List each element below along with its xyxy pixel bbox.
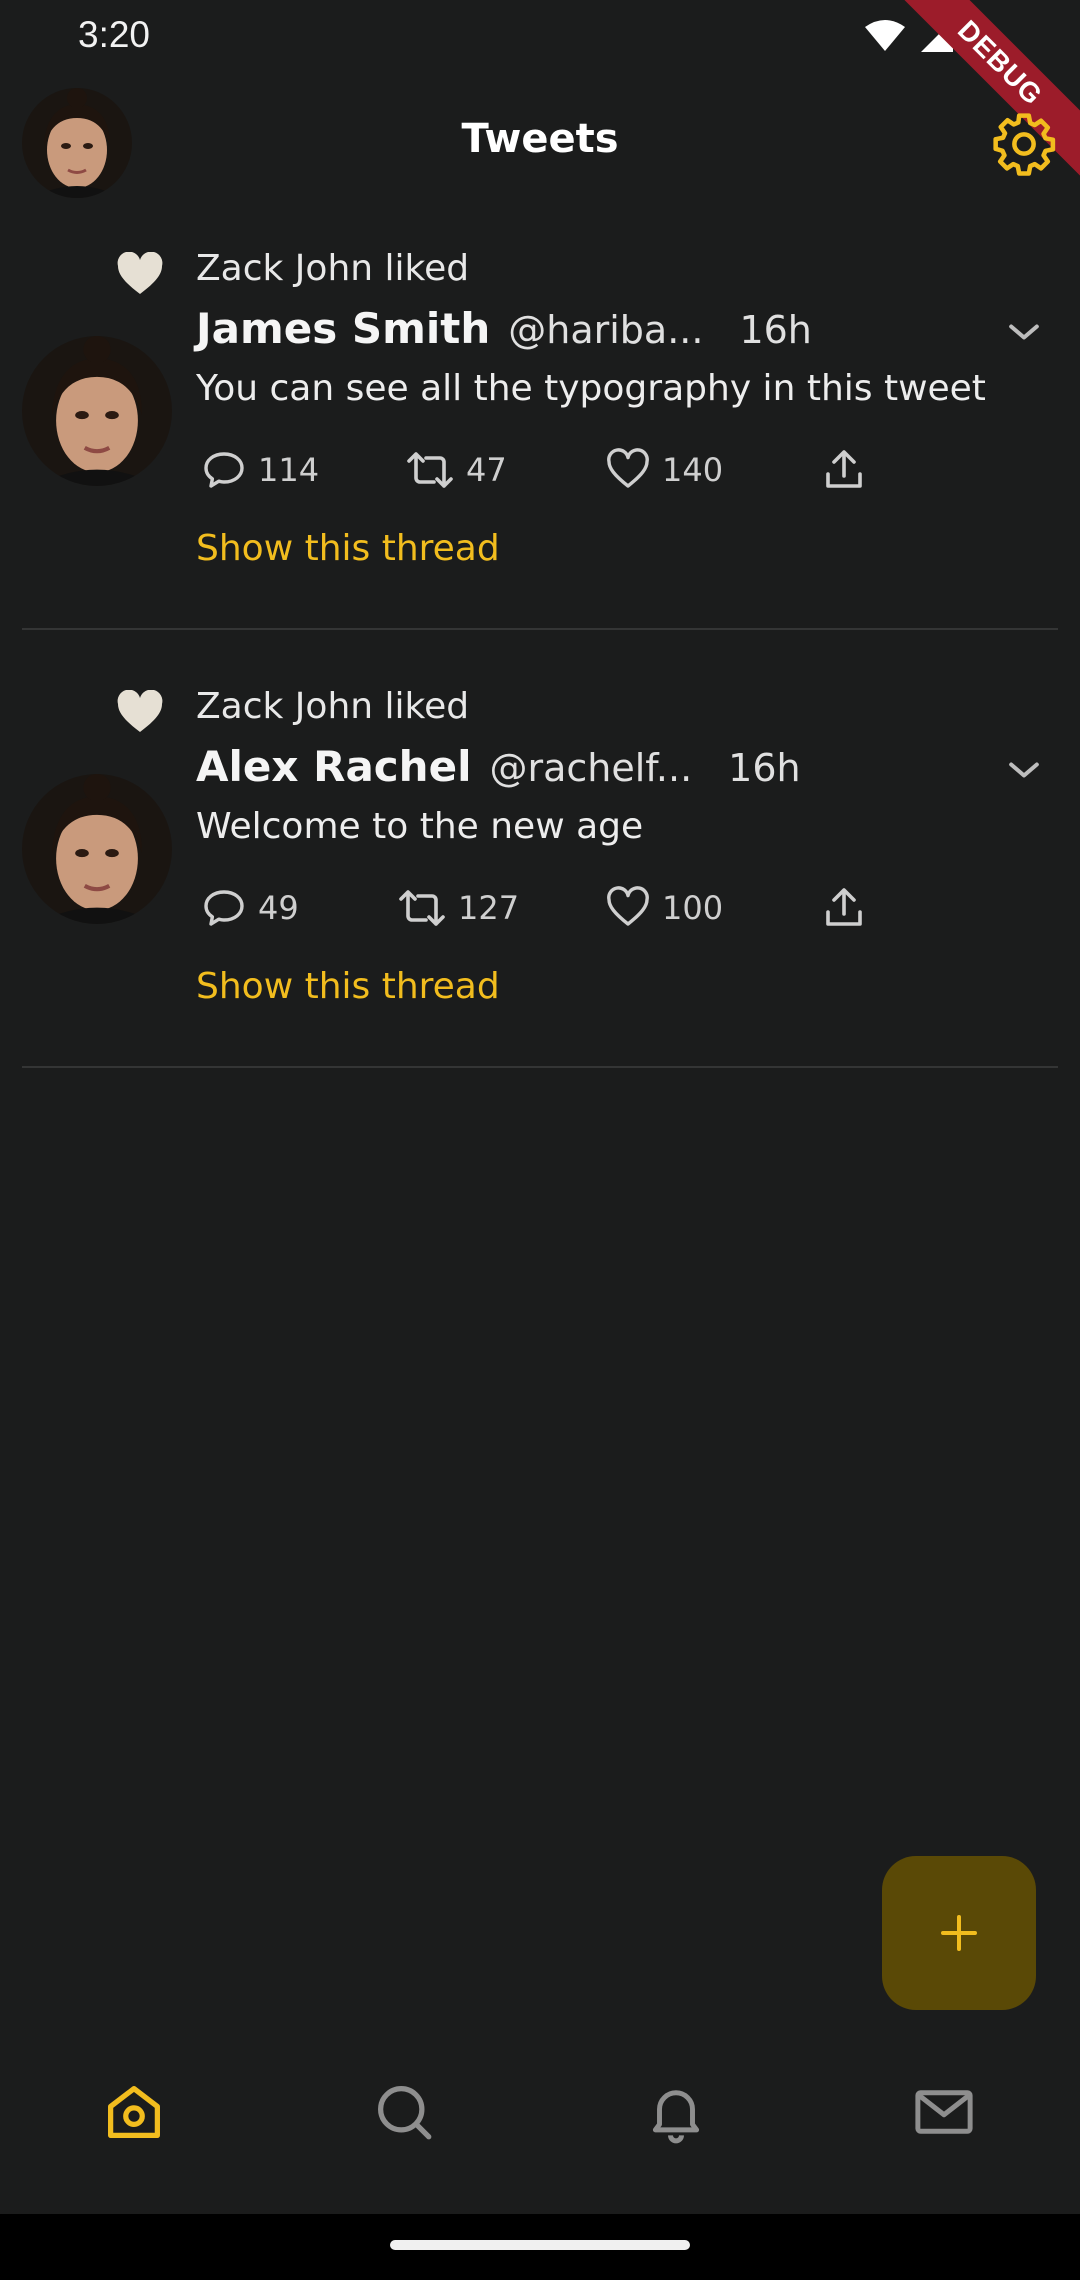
retweet-icon bbox=[407, 452, 453, 488]
chevron-down-icon[interactable] bbox=[1002, 748, 1046, 792]
like-button[interactable]: 100 bbox=[604, 884, 723, 932]
wifi-icon bbox=[865, 20, 905, 51]
heart-outline-icon bbox=[607, 886, 649, 926]
share-button[interactable] bbox=[820, 884, 868, 932]
heart-filled-icon bbox=[117, 252, 163, 294]
tweet-actions: 49 127 100 bbox=[200, 884, 900, 944]
search-icon bbox=[378, 2086, 432, 2140]
tweet-card[interactable]: Zack John liked Alex Rachel @rachelf... … bbox=[0, 656, 1080, 1068]
divider bbox=[22, 1066, 1058, 1068]
tweet-header: James Smith @hariba... 16h bbox=[196, 304, 812, 353]
author-name[interactable]: James Smith bbox=[196, 304, 490, 353]
compose-tweet-button[interactable] bbox=[882, 1856, 1036, 2010]
tweet-card[interactable]: Zack John liked James Smith @hariba... 1… bbox=[0, 218, 1080, 630]
liked-by-label: Zack John liked bbox=[196, 686, 470, 727]
status-time: 3:20 bbox=[78, 14, 151, 55]
show-thread-link[interactable]: Show this thread bbox=[196, 528, 500, 569]
comment-icon bbox=[204, 890, 244, 926]
avatar[interactable] bbox=[22, 774, 172, 924]
app-bar: Tweets bbox=[0, 72, 1080, 218]
author-handle: @hariba... bbox=[508, 308, 704, 352]
mail-icon bbox=[915, 2090, 973, 2134]
settings-button[interactable] bbox=[990, 110, 1058, 178]
gear-icon bbox=[993, 113, 1056, 176]
reply-count: 114 bbox=[258, 451, 320, 489]
share-button[interactable] bbox=[820, 446, 868, 494]
home-gesture-handle[interactable] bbox=[390, 2240, 690, 2250]
avatar[interactable] bbox=[22, 336, 172, 486]
reply-count: 49 bbox=[258, 889, 299, 927]
nav-messages[interactable] bbox=[904, 2072, 984, 2152]
retweet-button[interactable]: 47 bbox=[404, 446, 507, 494]
tweet-text: You can see all the typography in this t… bbox=[196, 368, 986, 409]
home-icon bbox=[108, 2086, 160, 2138]
author-name[interactable]: Alex Rachel bbox=[196, 742, 471, 791]
tweet-header: Alex Rachel @rachelf... 16h bbox=[196, 742, 801, 791]
nav-notifications[interactable] bbox=[636, 2072, 716, 2152]
show-thread-link[interactable]: Show this thread bbox=[196, 966, 500, 1007]
page-title: Tweets bbox=[461, 116, 619, 162]
retweet-button[interactable]: 127 bbox=[396, 884, 519, 932]
retweet-icon bbox=[399, 890, 445, 926]
tweet-text: Welcome to the new age bbox=[196, 806, 644, 847]
reply-button[interactable]: 114 bbox=[200, 446, 319, 494]
tweet-time: 16h bbox=[739, 308, 812, 352]
author-handle: @rachelf... bbox=[489, 746, 693, 790]
heart-outline-icon bbox=[607, 448, 649, 488]
tweet-time: 16h bbox=[728, 746, 801, 790]
share-icon bbox=[826, 450, 862, 488]
reply-button[interactable]: 49 bbox=[200, 884, 299, 932]
like-count: 140 bbox=[662, 451, 724, 489]
share-icon bbox=[826, 888, 862, 926]
comment-icon bbox=[204, 452, 244, 488]
retweet-count: 127 bbox=[458, 889, 520, 927]
bottom-nav bbox=[0, 2050, 1080, 2214]
like-button[interactable]: 140 bbox=[604, 446, 723, 494]
liked-by-label: Zack John liked bbox=[196, 248, 470, 289]
nav-search[interactable] bbox=[364, 2072, 444, 2152]
retweet-count: 47 bbox=[466, 451, 507, 489]
bell-icon bbox=[652, 2090, 700, 2144]
divider bbox=[22, 628, 1058, 630]
tweet-actions: 114 47 140 bbox=[200, 446, 900, 506]
nav-home[interactable] bbox=[94, 2072, 174, 2152]
like-count: 100 bbox=[662, 889, 724, 927]
heart-filled-icon bbox=[117, 690, 163, 732]
chevron-down-icon[interactable] bbox=[1002, 310, 1046, 354]
plus-icon bbox=[941, 1915, 977, 1951]
